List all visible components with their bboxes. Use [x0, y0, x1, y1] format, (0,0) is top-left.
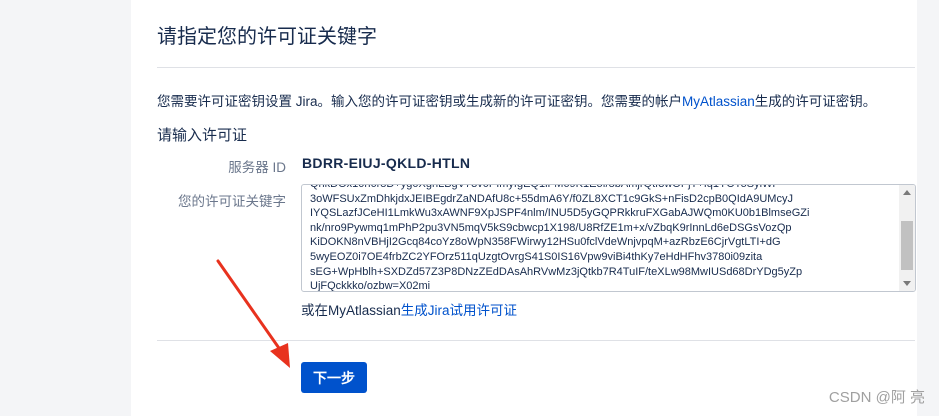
license-key-text[interactable]: QhkDOx10h6r8D+yg0XghLBgV73v0PImyfgEQ1iFM…	[310, 185, 895, 291]
myatlassian-link[interactable]: MyAtlassian	[682, 94, 755, 109]
next-button[interactable]: 下一步	[301, 362, 367, 393]
server-id-label: 服务器 ID	[228, 160, 286, 175]
scroll-thumb[interactable]	[901, 221, 913, 270]
license-key-textarea[interactable]: QhkDOx10h6r8D+yg0XghLBgV73v0PImyfgEQ1iFM…	[301, 184, 916, 292]
intro-prefix: 您需要许可证密钥设置 Jira。输入您的许可证密钥或生成新的许可证密钥。您需要的…	[157, 94, 683, 109]
trial-prefix: 或在MyAtlassian	[301, 303, 401, 318]
scroll-down-icon[interactable]	[903, 281, 911, 286]
divider	[157, 67, 915, 68]
watermark: CSDN @阿 亮	[828, 389, 925, 406]
right-background	[917, 0, 939, 416]
setup-panel: 请指定您的许可证关键字 您需要许可证密钥设置 Jira。输入您的许可证密钥或生成…	[131, 0, 917, 416]
textarea-scrollbar[interactable]	[899, 185, 915, 291]
scroll-up-icon[interactable]	[903, 190, 911, 195]
generate-trial-license-link[interactable]: 生成Jira试用许可证	[401, 303, 517, 318]
section-heading: 请输入许可证	[157, 127, 248, 144]
left-background	[0, 0, 131, 416]
divider	[157, 340, 915, 341]
server-id-value: BDRR-EIUJ-QKLD-HTLN	[302, 155, 471, 171]
intro-suffix: 生成的许可证密钥。	[754, 94, 877, 109]
license-key-label: 您的许可证关键字	[178, 194, 286, 209]
intro-text: 您需要许可证密钥设置 Jira。输入您的许可证密钥或生成新的许可证密钥。您需要的…	[157, 90, 876, 110]
trial-license-line: 或在MyAtlassian生成Jira试用许可证	[301, 299, 517, 319]
page-title: 请指定您的许可证关键字	[157, 26, 377, 48]
